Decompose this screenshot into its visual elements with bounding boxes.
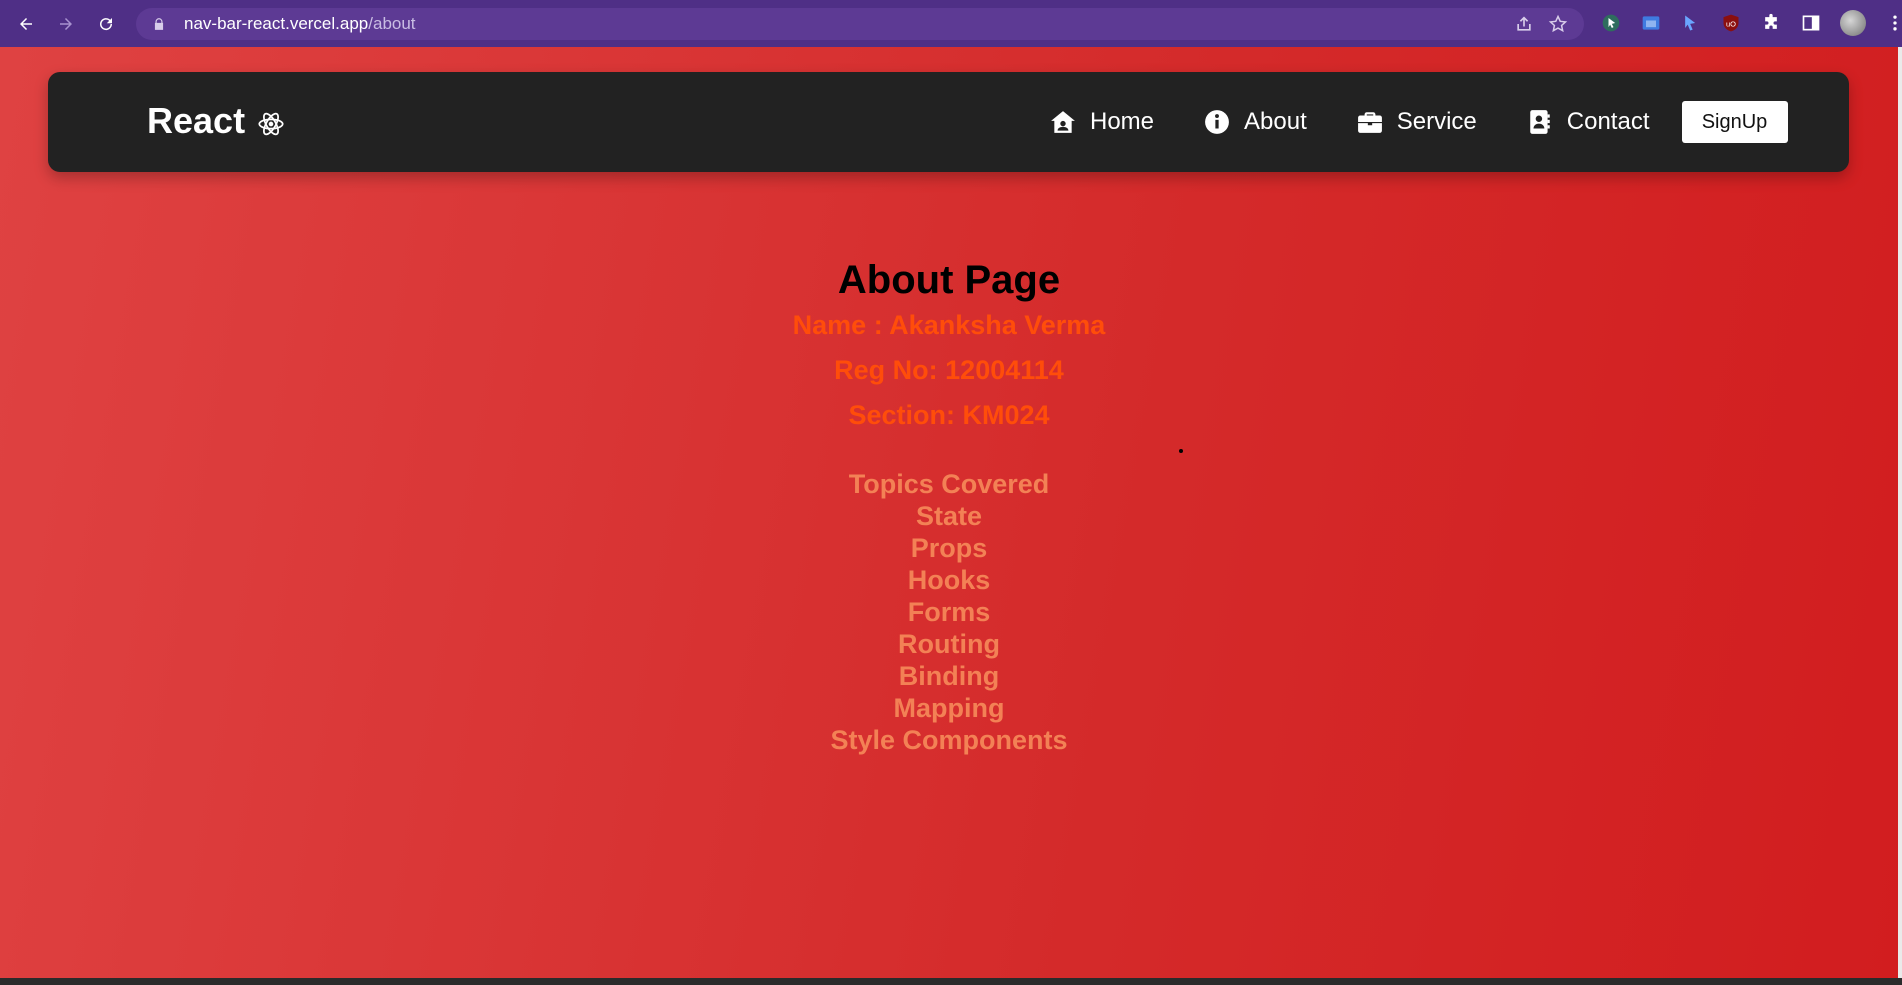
ublock-origin-icon[interactable]: uO	[1720, 12, 1742, 34]
url-host: nav-bar-react.vercel.app	[184, 14, 369, 33]
registration-number: Reg No: 12004114	[834, 355, 1064, 385]
student-name: Name : Akanksha Verma	[792, 310, 1106, 340]
nav-link-label: Contact	[1566, 108, 1650, 135]
arrow-left-icon	[20, 17, 32, 30]
address-bar[interactable]: nav-bar-react.vercel.app/about	[136, 8, 1584, 40]
topics-heading: Topics Covered	[848, 469, 1050, 499]
extension-cursor-icon[interactable]	[1600, 12, 1622, 34]
nav-link-about[interactable]: About	[1204, 108, 1307, 136]
taskbar-edge	[0, 978, 1902, 985]
page-title: About Page	[837, 258, 1061, 302]
topic-item: State	[915, 501, 983, 531]
url-path: /about	[368, 14, 416, 33]
nav-link-service[interactable]: Service	[1357, 108, 1477, 136]
topic-item: Props	[910, 533, 988, 563]
reload-icon	[100, 17, 113, 30]
topic-item: Mapping	[893, 693, 1005, 723]
contact-card-icon	[1530, 110, 1550, 134]
lock-icon	[154, 18, 164, 30]
topic-item: Style Components	[830, 725, 1068, 755]
signup-button[interactable]: SignUp	[1681, 101, 1788, 143]
nav-links: Home About Service Contact SignUp	[1050, 100, 1788, 144]
briefcase-icon	[1357, 112, 1382, 133]
share-icon[interactable]	[1514, 14, 1534, 34]
profile-avatar[interactable]	[1840, 10, 1866, 36]
nav-link-label: Home	[1090, 108, 1155, 135]
section-label: Section: KM024	[848, 400, 1050, 430]
page-body: React Home About Service Contact SignUp …	[0, 47, 1898, 978]
reload-button[interactable]	[92, 10, 120, 38]
topic-item: Binding	[898, 661, 1000, 691]
mouse-cursor	[1179, 449, 1183, 453]
bookmark-star-icon[interactable]	[1548, 14, 1568, 34]
extensions-puzzle-icon[interactable]	[1760, 12, 1782, 34]
browser-menu-icon[interactable]	[1884, 12, 1902, 34]
topic-item: Forms	[907, 597, 991, 627]
extension-pointer-icon[interactable]	[1680, 12, 1702, 34]
about-content: About Page Name : Akanksha Verma Reg No:…	[0, 257, 1898, 756]
forward-button[interactable]	[52, 10, 80, 38]
arrow-right-icon	[60, 17, 72, 30]
nav-link-label: About	[1244, 108, 1307, 135]
back-button[interactable]	[12, 10, 40, 38]
brand-logo[interactable]: React	[147, 100, 285, 142]
nav-link-home[interactable]: Home	[1050, 108, 1154, 136]
nav-link-label: Service	[1396, 108, 1477, 135]
topic-item: Hooks	[907, 565, 991, 595]
svg-text:uO: uO	[1726, 19, 1736, 28]
page-scrollbar[interactable]	[1898, 47, 1902, 978]
info-icon	[1205, 110, 1229, 134]
home-icon	[1051, 111, 1075, 133]
nav-link-contact[interactable]: Contact	[1527, 108, 1650, 136]
topic-item: Routing	[898, 629, 1000, 659]
topics-list: Topics Covered State Props Hooks Forms R…	[0, 468, 1898, 756]
site-navbar: React Home About Service Contact SignUp	[48, 72, 1849, 172]
side-panel-icon[interactable]	[1800, 12, 1822, 34]
browser-toolbar: nav-bar-react.vercel.app/about uO	[0, 0, 1902, 47]
brand-text: React	[147, 100, 246, 141]
extension-window-icon[interactable]	[1640, 12, 1662, 34]
react-atom-icon	[258, 112, 284, 136]
